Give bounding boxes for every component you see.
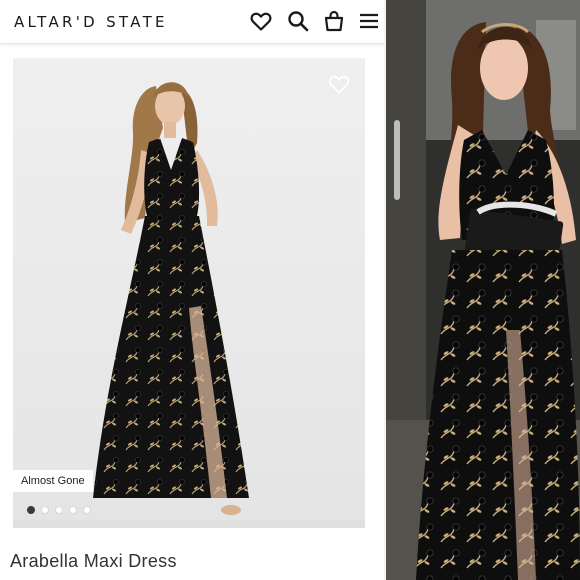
product-image[interactable] [13,58,365,528]
brand-logo[interactable]: ALTAR'D STATE [14,13,168,31]
carousel-dot[interactable] [27,506,35,514]
shopping-bag-icon[interactable] [322,9,346,33]
woman-in-dress-photo [386,0,580,580]
heart-icon[interactable] [249,9,273,33]
add-to-wishlist-heart-icon[interactable] [327,72,351,96]
almost-gone-badge: Almost Gone [13,470,93,492]
product-page-screenshot: ALTAR'D STATE Almost Gone Arabella Maxi … [0,0,386,580]
model-in-dress-photo [13,82,365,528]
carousel-dot[interactable] [69,506,77,514]
site-header: ALTAR'D STATE [0,0,386,44]
carousel-dot[interactable] [41,506,49,514]
image-carousel-dots [27,506,91,514]
product-title: Arabella Maxi Dress [10,551,177,571]
carousel-dot[interactable] [55,506,63,514]
carousel-dot[interactable] [83,506,91,514]
search-icon[interactable] [286,9,310,33]
customer-photo [386,0,580,580]
menu-icon[interactable] [357,9,381,33]
